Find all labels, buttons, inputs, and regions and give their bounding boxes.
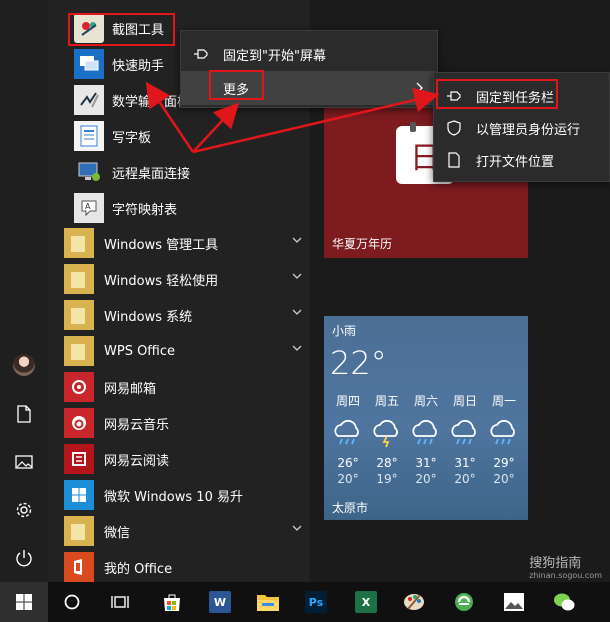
taskbar-wechat[interactable] (540, 582, 588, 622)
taskbar-file-explorer[interactable] (244, 582, 292, 622)
arrow-to-snipping-tool (145, 81, 195, 153)
store-icon (164, 594, 180, 611)
task-view-button[interactable] (96, 582, 144, 622)
taskbar-store[interactable] (148, 582, 196, 622)
annotation-arrows (145, 81, 440, 154)
taskbar-word[interactable]: W (196, 582, 244, 622)
watermark-url: zhinan.sogou.com (529, 571, 602, 580)
excel-icon: X (355, 591, 377, 613)
browser-icon (455, 593, 473, 611)
taskbar-photoshop[interactable]: Ps (292, 582, 340, 622)
word-icon: W (209, 591, 231, 613)
taskbar-paint[interactable] (390, 582, 438, 622)
wechat-icon (554, 593, 575, 611)
cortana-icon (64, 594, 80, 610)
taskbar-excel[interactable]: X (342, 582, 390, 622)
watermark: 搜狗指南 zhinan.sogou.com (529, 552, 602, 580)
task-view-icon (111, 596, 129, 608)
start-button[interactable] (0, 582, 48, 622)
arrow-to-pin-taskbar (192, 87, 440, 154)
taskbar-photos[interactable] (490, 582, 538, 622)
photoshop-icon: Ps (305, 591, 327, 613)
paint-palette-icon (404, 594, 424, 610)
photos-icon (504, 593, 524, 611)
taskbar-browser[interactable] (440, 582, 488, 622)
taskbar: W Ps X (0, 582, 610, 622)
arrow-to-more (192, 102, 240, 153)
watermark-brand: 搜狗指南 (529, 556, 582, 571)
windows-logo-icon (16, 594, 32, 610)
cortana-button[interactable] (48, 582, 96, 622)
file-explorer-icon (257, 595, 279, 611)
